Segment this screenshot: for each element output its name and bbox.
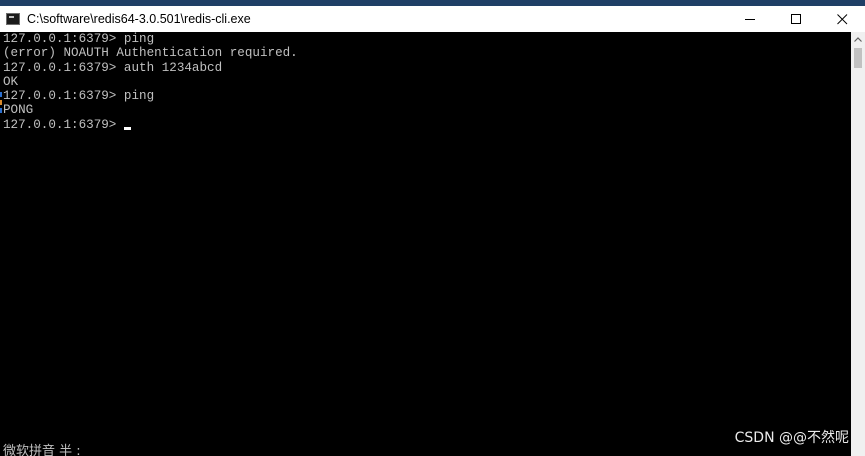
console-line: 127.0.0.1:6379> ping [3,32,155,46]
window-title: C:\software\redis64-3.0.501\redis-cli.ex… [27,12,251,26]
vertical-scrollbar[interactable] [851,32,865,456]
selection-markers [0,92,2,122]
selection-marker [0,100,2,105]
console-output[interactable]: 127.0.0.1:6379> ping (error) NOAUTH Auth… [0,32,851,456]
console-line: (error) NOAUTH Authentication required. [3,46,298,61]
console-prompt: 127.0.0.1:6379> [3,117,117,132]
minimize-icon [744,18,755,20]
console-line: 127.0.0.1:6379> auth 1234abcd [3,60,223,75]
scroll-thumb[interactable] [854,48,862,68]
selection-marker [0,108,2,113]
chevron-up-icon [854,36,862,42]
window-controls [727,6,865,32]
console-line: 127.0.0.1:6379> ping [3,89,155,104]
console-line: OK [3,74,19,89]
title-bar[interactable]: C:\software\redis64-3.0.501\redis-cli.ex… [0,6,865,32]
console-line: PONG [3,103,34,118]
scroll-up-button[interactable] [851,32,865,46]
close-icon [836,13,847,24]
console-prompt-line[interactable]: 127.0.0.1:6379> [3,118,851,132]
console-app-icon[interactable] [6,13,20,25]
console-window: C:\software\redis64-3.0.501\redis-cli.ex… [0,0,865,456]
minimize-button[interactable] [727,6,773,32]
close-button[interactable] [819,6,865,32]
csdn-watermark: CSDN @@不然呢 [734,430,849,446]
text-cursor [124,126,132,130]
ime-status: 微软拼音 半 : [3,444,81,456]
maximize-button[interactable] [773,6,819,32]
selection-marker [0,92,2,97]
maximize-icon [790,13,801,24]
